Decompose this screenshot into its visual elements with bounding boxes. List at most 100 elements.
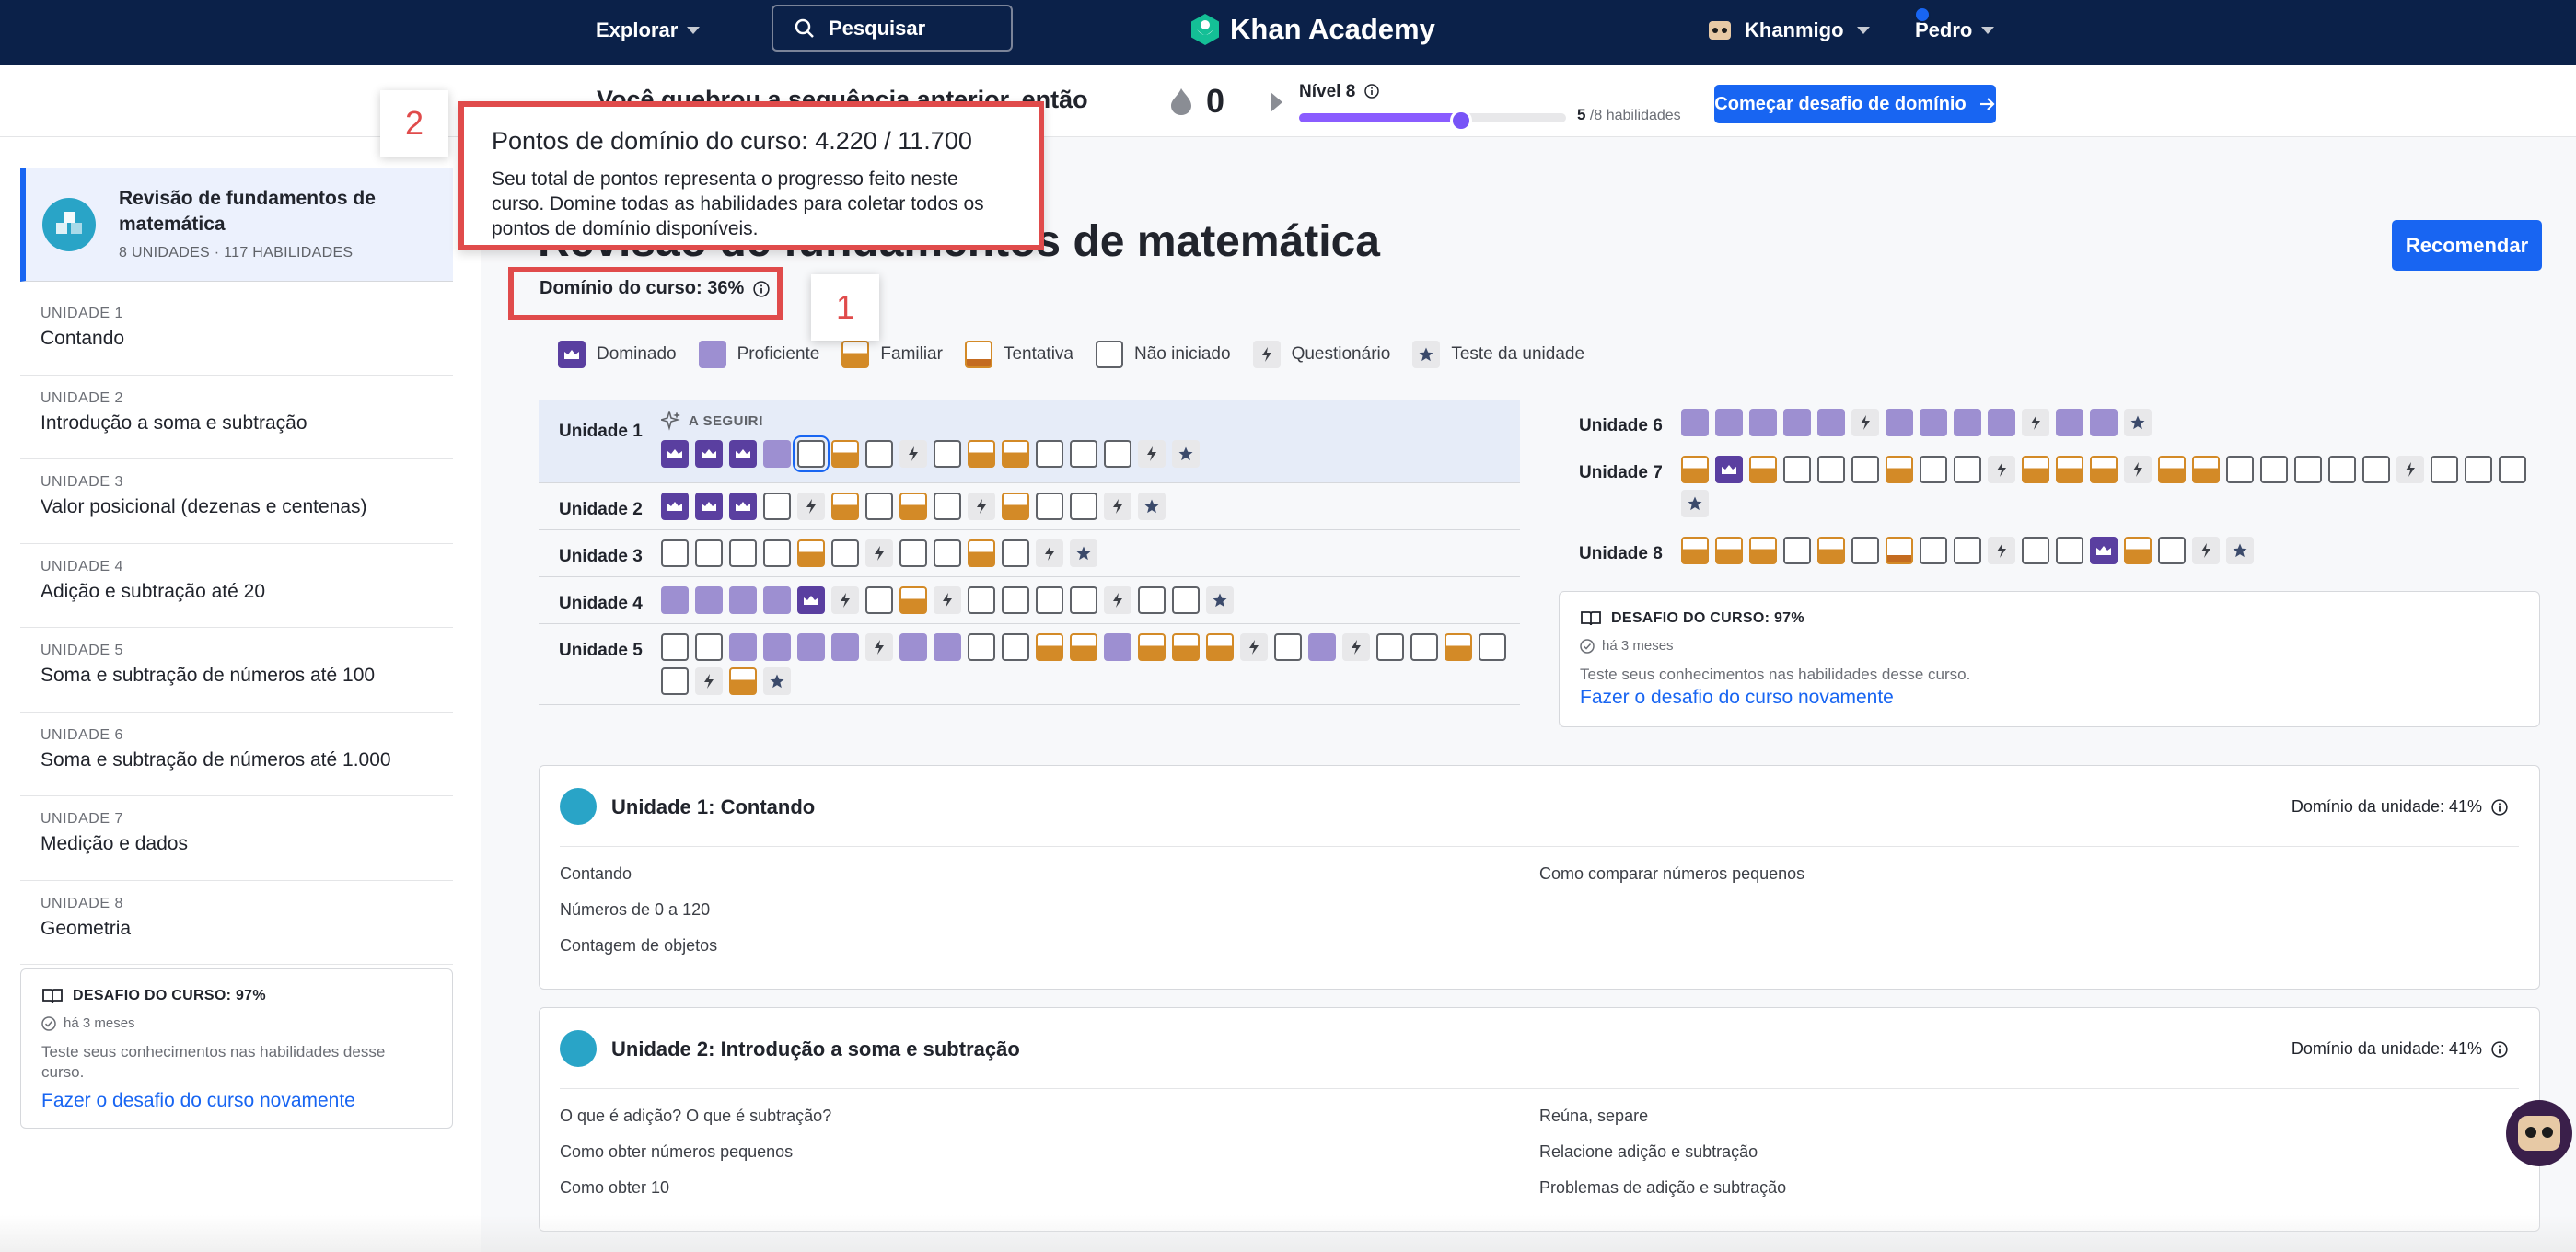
khan-academy-logo[interactable]: Khan Academy: [1189, 13, 1435, 46]
skill-proficient[interactable]: [1817, 409, 1845, 436]
skill-familiar[interactable]: [1749, 537, 1777, 564]
lesson-link[interactable]: Números de 0 a 120: [560, 892, 1539, 928]
unit-row-label[interactable]: Unidade 3: [539, 530, 661, 576]
skill-not-started[interactable]: [695, 539, 723, 567]
skill-not-started[interactable]: [1954, 537, 1981, 564]
lesson-link[interactable]: Contagem de objetos: [560, 928, 1539, 964]
sidebar-item-unit-3[interactable]: UNIDADE 3 Valor posicional (dezenas e cen…: [20, 459, 453, 544]
skill-not-started[interactable]: [2362, 456, 2390, 483]
skill-familiar[interactable]: [1172, 633, 1200, 661]
skill-not-started[interactable]: [831, 539, 859, 567]
skill-not-started[interactable]: [2158, 537, 2186, 564]
unit-test-box[interactable]: [1206, 586, 1234, 614]
quiz-box[interactable]: [2192, 537, 2220, 564]
sidebar-item-unit-2[interactable]: UNIDADE 2 Introdução a soma e subtração: [20, 376, 453, 459]
skill-not-started[interactable]: [1138, 586, 1166, 614]
skill-familiar[interactable]: [729, 667, 757, 695]
quiz-box[interactable]: [1240, 633, 1268, 661]
quiz-box[interactable]: [2124, 456, 2152, 483]
skill-not-started[interactable]: [661, 539, 689, 567]
skill-familiar[interactable]: [899, 586, 927, 614]
skill-not-started[interactable]: [934, 493, 961, 520]
unit-card-title[interactable]: Unidade 1: Contando: [611, 795, 815, 819]
unit-test-box[interactable]: [1138, 493, 1166, 520]
skill-familiar[interactable]: [1681, 456, 1709, 483]
skill-mastered[interactable]: [797, 586, 825, 614]
skill-mastered[interactable]: [695, 440, 723, 468]
skill-proficient[interactable]: [1104, 633, 1131, 661]
skill-familiar[interactable]: [2124, 537, 2152, 564]
skill-not-started[interactable]: [1920, 456, 1947, 483]
quiz-box[interactable]: [968, 493, 995, 520]
skill-proficient[interactable]: [831, 633, 859, 661]
skill-mastered[interactable]: [2090, 537, 2118, 564]
quiz-box[interactable]: [1988, 456, 2015, 483]
skill-not-started[interactable]: [729, 539, 757, 567]
quiz-box[interactable]: [1104, 586, 1131, 614]
sidebar-course-header[interactable]: Revisão de fundamentos de matemática 8 U…: [20, 168, 453, 282]
unit-row-label[interactable]: Unidade 7: [1559, 446, 1681, 527]
skill-not-started[interactable]: [1479, 633, 1506, 661]
explore-menu[interactable]: Explorar: [596, 18, 701, 42]
skill-not-started[interactable]: [2499, 456, 2526, 483]
unit-test-box[interactable]: [1070, 539, 1097, 567]
skill-not-started[interactable]: [695, 633, 723, 661]
quiz-box[interactable]: [865, 633, 893, 661]
skill-familiar[interactable]: [831, 493, 859, 520]
skill-familiar[interactable]: [968, 539, 995, 567]
skill-familiar[interactable]: [1749, 456, 1777, 483]
khanmigo-chat-button[interactable]: [2506, 1100, 2572, 1166]
skill-familiar[interactable]: [797, 539, 825, 567]
skill-not-started[interactable]: [1274, 633, 1302, 661]
skill-not-started[interactable]: [1783, 456, 1811, 483]
skill-proficient[interactable]: [1920, 409, 1947, 436]
sidebar-item-unit-4[interactable]: UNIDADE 4 Adição e subtração até 20: [20, 544, 453, 628]
unit-test-box[interactable]: [1681, 490, 1709, 517]
skill-not-started[interactable]: [865, 440, 893, 468]
skill-proficient[interactable]: [729, 586, 757, 614]
level-label[interactable]: Nível 8: [1299, 82, 1379, 102]
skill-not-started[interactable]: [899, 539, 927, 567]
skill-familiar[interactable]: [1002, 493, 1029, 520]
skill-not-started[interactable]: [1851, 456, 1879, 483]
unit-row-label[interactable]: Unidade 4: [539, 577, 661, 623]
lesson-link[interactable]: Como obter 10: [560, 1170, 1539, 1206]
skill-mastered[interactable]: [661, 440, 689, 468]
skill-proficient[interactable]: [1749, 409, 1777, 436]
unit-test-box[interactable]: [2124, 409, 2152, 436]
skill-familiar[interactable]: [1206, 633, 1234, 661]
skill-mastered[interactable]: [695, 493, 723, 520]
skill-familiar[interactable]: [968, 440, 995, 468]
skill-not-started[interactable]: [934, 539, 961, 567]
lesson-link[interactable]: Relacione adição e subtração: [1539, 1134, 2519, 1170]
skill-familiar[interactable]: [1002, 440, 1029, 468]
quiz-box[interactable]: [899, 440, 927, 468]
skill-not-started[interactable]: [1410, 633, 1438, 661]
skill-proficient[interactable]: [1308, 633, 1336, 661]
skill-not-started[interactable]: [1070, 440, 1097, 468]
skill-not-started[interactable]: [661, 633, 689, 661]
skill-familiar[interactable]: [899, 493, 927, 520]
lesson-link[interactable]: Contando: [560, 856, 1539, 892]
skill-not-started[interactable]: [1002, 539, 1029, 567]
skill-not-started[interactable]: [1954, 456, 1981, 483]
skill-familiar[interactable]: [1817, 537, 1845, 564]
skill-not-started[interactable]: [934, 440, 961, 468]
skill-proficient[interactable]: [763, 633, 791, 661]
info-icon[interactable]: [2491, 798, 2508, 816]
skill-not-started[interactable]: [1036, 440, 1063, 468]
skill-not-started[interactable]: [661, 667, 689, 695]
quiz-box[interactable]: [1104, 493, 1131, 520]
skill-proficient[interactable]: [1988, 409, 2015, 436]
skill-not-started[interactable]: [763, 493, 791, 520]
info-icon[interactable]: [1363, 84, 1379, 99]
skill-not-started[interactable]: [2328, 456, 2356, 483]
quiz-box[interactable]: [2022, 409, 2049, 436]
skill-proficient[interactable]: [695, 586, 723, 614]
skill-mastered[interactable]: [661, 493, 689, 520]
skill-not-started[interactable]: [968, 633, 995, 661]
skill-not-started[interactable]: [763, 539, 791, 567]
quiz-box[interactable]: [695, 667, 723, 695]
unit-test-box[interactable]: [2226, 537, 2254, 564]
skill-proficient[interactable]: [1783, 409, 1811, 436]
